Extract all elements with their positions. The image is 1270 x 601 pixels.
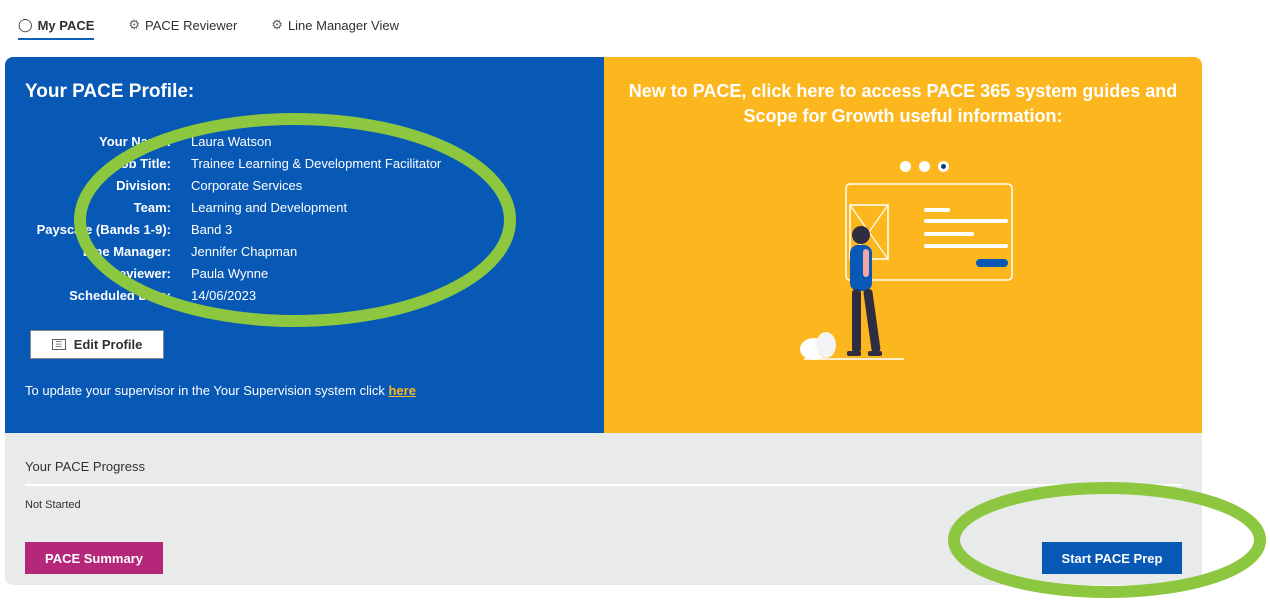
profile-row-division: Division: Corporate Services bbox=[5, 174, 441, 196]
profile-label: Scheduled Date: bbox=[69, 287, 171, 303]
org-chart-icon: ⚙ bbox=[128, 17, 141, 32]
profile-details: Your Name: Laura Watson Job Title: Train… bbox=[5, 130, 442, 306]
page: ◯ My PACE ⚙ PACE Reviewer ⚙ Line Manager… bbox=[0, 0, 1270, 601]
profile-value: 14/06/2023 bbox=[191, 287, 257, 303]
profile-label: Your Name: bbox=[99, 133, 171, 149]
profile-label: Reviewer: bbox=[109, 265, 171, 281]
board-button bbox=[976, 259, 1008, 267]
profile-label: Payscale (Bands 1-9): bbox=[36, 221, 171, 237]
pace-card: Your PACE Profile: Your Name: Laura Wats… bbox=[5, 57, 1202, 585]
carousel-dot-active[interactable] bbox=[938, 161, 949, 172]
profile-row-name: Your Name: Laura Watson bbox=[5, 130, 441, 152]
pace-summary-button[interactable]: PACE Summary bbox=[25, 542, 163, 574]
contact-card-icon: ☰ bbox=[51, 339, 66, 350]
org-chart-icon: ⚙ bbox=[271, 17, 283, 32]
tab-label: PACE Reviewer bbox=[145, 17, 238, 33]
progress-title: Your PACE Progress bbox=[25, 459, 145, 474]
profile-label: Team: bbox=[133, 199, 171, 215]
tab-my-pace[interactable]: ◯ My PACE bbox=[18, 0, 95, 40]
profile-value: Laura Watson bbox=[191, 133, 272, 149]
profile-label: Division: bbox=[116, 177, 171, 193]
guides-link-text[interactable]: New to PACE, click here to access PACE 3… bbox=[624, 79, 1182, 129]
profile-row-job-title: Job Title: Trainee Learning & Developmen… bbox=[5, 152, 441, 174]
profile-row-line-manager: Line Manager: Jennifer Chapman bbox=[5, 240, 441, 262]
carousel-dot[interactable] bbox=[900, 161, 911, 172]
update-supervisor-link[interactable]: here bbox=[388, 383, 415, 398]
profile-value: Trainee Learning & Development Facilitat… bbox=[191, 155, 442, 171]
progress-status: Not Started bbox=[25, 499, 81, 511]
profile-value: Jennifer Chapman bbox=[191, 243, 298, 259]
update-supervisor-message: To update your supervisor in the Your Su… bbox=[25, 383, 389, 398]
profile-panel: Your PACE Profile: Your Name: Laura Wats… bbox=[5, 57, 604, 433]
profile-label: Line Manager: bbox=[82, 243, 171, 259]
tab-bar: ◯ My PACE ⚙ PACE Reviewer ⚙ Line Manager… bbox=[18, 0, 433, 42]
progress-bar bbox=[25, 484, 1182, 486]
profile-value: Band 3 bbox=[191, 221, 233, 237]
profile-row-scheduled-date: Scheduled Date: 14/06/2023 bbox=[5, 284, 441, 306]
carousel-indicator bbox=[900, 161, 949, 172]
profile-row-reviewer: Reviewer: Paula Wynne bbox=[5, 262, 441, 284]
profile-value: Paula Wynne bbox=[191, 265, 269, 281]
tab-line-manager-view[interactable]: ⚙ Line Manager View bbox=[271, 0, 399, 40]
tab-pace-reviewer[interactable]: ⚙ PACE Reviewer bbox=[128, 0, 237, 40]
guide-illustration bbox=[800, 183, 1013, 360]
tab-label: Line Manager View bbox=[287, 17, 399, 33]
profile-value: Learning and Development bbox=[191, 199, 348, 215]
profile-value: Corporate Services bbox=[191, 177, 303, 193]
tab-label: My PACE bbox=[37, 17, 95, 33]
profile-title: Your PACE Profile: bbox=[25, 81, 195, 102]
edit-profile-label: Edit Profile bbox=[73, 337, 143, 352]
person-head bbox=[852, 226, 870, 244]
profile-label: Job Title: bbox=[113, 155, 171, 171]
start-pace-prep-button[interactable]: Start PACE Prep bbox=[1042, 542, 1182, 574]
guides-panel[interactable]: New to PACE, click here to access PACE 3… bbox=[604, 57, 1202, 433]
profile-row-team: Team: Learning and Development bbox=[5, 196, 441, 218]
profile-row-payscale: Payscale (Bands 1-9): Band 3 bbox=[5, 218, 441, 240]
edit-profile-button[interactable]: ☰ Edit Profile bbox=[30, 330, 164, 359]
update-supervisor-text: To update your supervisor in the Your Su… bbox=[25, 383, 416, 398]
carousel-dot[interactable] bbox=[919, 161, 930, 172]
person-icon: ◯ bbox=[18, 17, 33, 32]
